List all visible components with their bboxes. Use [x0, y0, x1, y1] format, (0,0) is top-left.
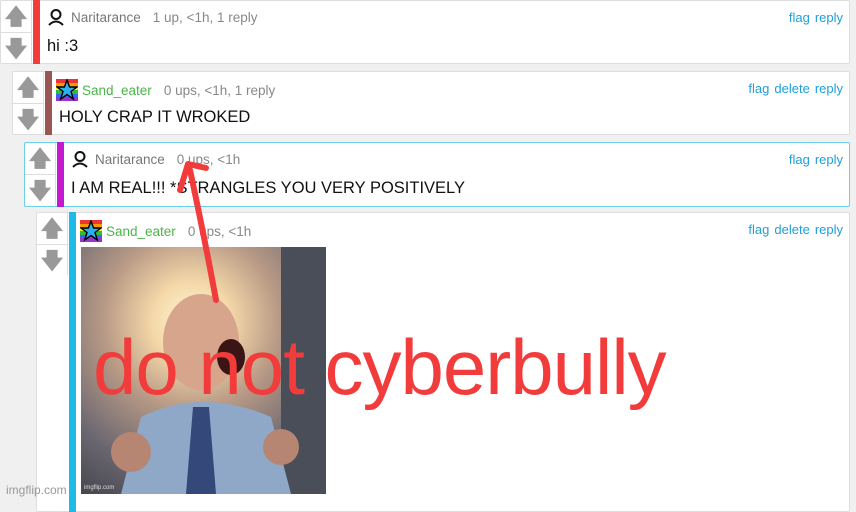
imgflip-watermark: imgflip.com [6, 483, 67, 497]
reply-link[interactable]: reply [815, 222, 843, 237]
comment-meta: 0 ups, <1h [176, 151, 241, 167]
delete-link[interactable]: delete [774, 222, 809, 237]
arrow-up-icon: 🡅 [40, 215, 64, 241]
comment-text: I AM REAL!!! *STRANGLES YOU VERY POSITIV… [71, 179, 466, 197]
reply-link[interactable]: reply [815, 81, 843, 96]
comment-text: hi :3 [47, 37, 79, 55]
comment: 🡅 🡇 Sand_eater 0 ups, <1h, 1 reply flag d… [12, 71, 850, 135]
thread-bar [57, 142, 64, 207]
flag-link[interactable]: flag [789, 10, 810, 25]
thread-bar [69, 212, 76, 512]
arrow-up-icon: 🡅 [28, 145, 52, 171]
rainbow-star-icon [56, 79, 78, 101]
flag-link[interactable]: flag [748, 222, 769, 237]
username-link[interactable]: Naritarance [71, 10, 141, 25]
downvote-button[interactable]: 🡇 [13, 104, 43, 135]
thread-bar [33, 0, 40, 64]
arrow-down-icon: 🡇 [16, 106, 40, 132]
arrow-down-icon: 🡇 [40, 247, 64, 273]
reply-link[interactable]: reply [815, 10, 843, 25]
person-outline-icon [48, 9, 64, 26]
upvote-button[interactable]: 🡅 [13, 72, 43, 104]
flag-link[interactable]: flag [789, 152, 810, 167]
comment-meta: 0 ups, <1h, 1 reply [163, 82, 276, 98]
comment: 🡅 🡇 Naritarance 1 up, <1h, 1 reply flag r… [0, 0, 850, 64]
vote-box: 🡅 🡇 [13, 72, 44, 134]
upvote-button[interactable]: 🡅 [25, 143, 55, 175]
arrow-up-icon: 🡅 [16, 74, 40, 100]
rainbow-star-icon [80, 220, 102, 242]
arrow-down-icon: 🡇 [4, 35, 28, 61]
upvote-button[interactable]: 🡅 [37, 213, 67, 245]
upvote-button[interactable]: 🡅 [1, 1, 31, 33]
username-link[interactable]: Sand_eater [106, 224, 176, 239]
downvote-button[interactable]: 🡇 [1, 33, 31, 64]
delete-link[interactable]: delete [774, 81, 809, 96]
image-watermark: imgflip.com [84, 485, 115, 491]
arrow-down-icon: 🡇 [28, 177, 52, 203]
username-link[interactable]: Naritarance [95, 152, 165, 167]
arrow-up-icon: 🡅 [4, 3, 28, 29]
reply-link[interactable]: reply [815, 152, 843, 167]
username-link[interactable]: Sand_eater [82, 83, 152, 98]
downvote-button[interactable]: 🡇 [25, 175, 55, 206]
comment-meta: 0 ups, <1h [187, 223, 252, 239]
comment-text: HOLY CRAP IT WROKED [59, 108, 251, 126]
person-outline-icon [72, 151, 88, 168]
comment-highlighted: 🡅 🡇 Naritarance 0 ups, <1h flag reply I A… [24, 142, 850, 207]
flag-link[interactable]: flag [748, 81, 769, 96]
vote-box: 🡅 🡇 [37, 213, 68, 275]
meme-caption: do not cyberbully [93, 323, 667, 411]
comment-meta: 1 up, <1h, 1 reply [152, 9, 258, 25]
vote-box: 🡅 🡇 [1, 1, 32, 63]
downvote-button[interactable]: 🡇 [37, 245, 67, 276]
vote-box: 🡅 🡇 [25, 143, 56, 205]
thread-bar [45, 71, 52, 135]
